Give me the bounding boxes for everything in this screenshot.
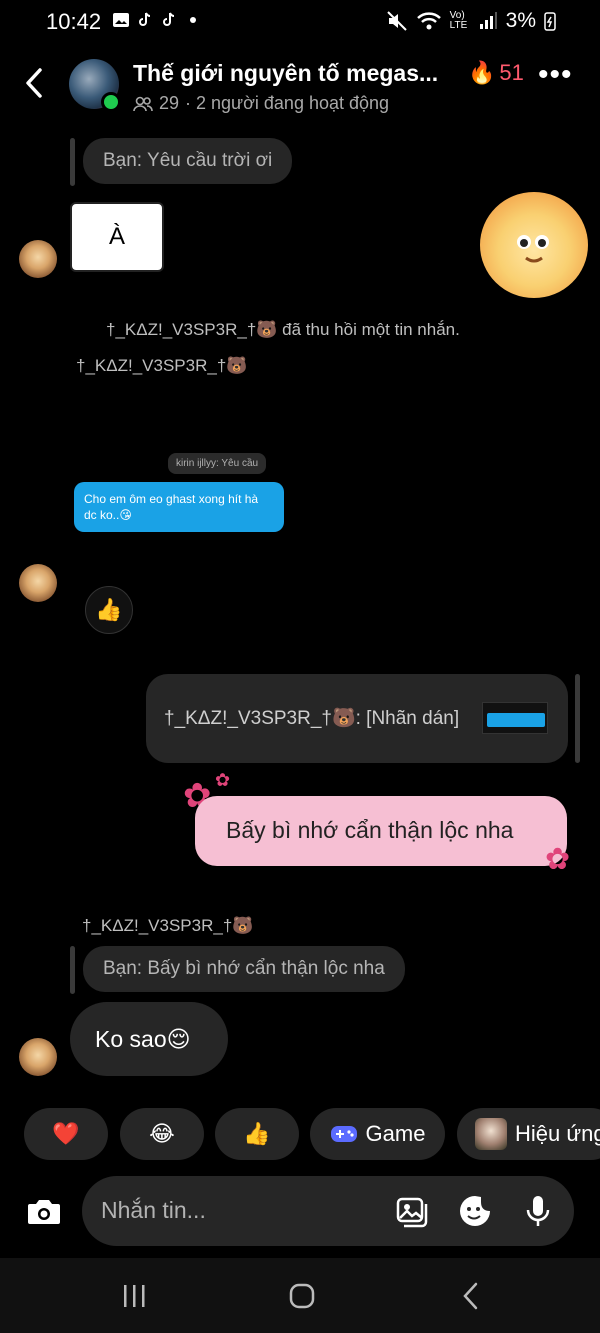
group-title[interactable]: Thế giới nguyên tố megas...: [133, 60, 438, 87]
mute-icon: [386, 11, 407, 31]
flower-icon: ✿: [545, 843, 571, 876]
status-right: Vo) LTE 3%: [386, 9, 556, 33]
tiktok-icon: [139, 12, 151, 26]
more-options-icon[interactable]: •••: [538, 60, 572, 94]
home-icon[interactable]: [286, 1280, 318, 1312]
members-icon: [133, 96, 153, 111]
game-icon: [330, 1126, 357, 1142]
streak-badge: 🔥 51: [468, 60, 524, 86]
chip-game-label: Game: [365, 1121, 426, 1146]
thumbs-up-reaction[interactable]: 👍: [85, 586, 133, 634]
notification-icons: [112, 11, 202, 29]
sticker-face-icon: [517, 235, 549, 263]
chip-heart[interactable]: ❤️: [24, 1108, 108, 1160]
member-count: 29: [159, 93, 180, 113]
group-subtitle: 29 · 2 người đang hoạt động: [133, 93, 389, 114]
reply-preview[interactable]: Bạn: Yêu cầu trời ơi: [83, 138, 293, 184]
heart-icon: ❤️: [52, 1121, 80, 1146]
reply-indicator: [575, 674, 580, 763]
fire-icon: 🔥: [468, 60, 496, 85]
chip-effects-label: Hiệu ứng: [515, 1121, 600, 1146]
gallery-icon: [113, 13, 129, 27]
message-composer: Nhắn tin...: [0, 1176, 600, 1248]
sender-name: †_KΔZ!_V3SP3R_†🐻: [82, 916, 254, 935]
sticker-message[interactable]: À: [70, 202, 164, 272]
chat-header: Thế giới nguyên tố megas... 🔥 51 ••• 29 …: [0, 50, 600, 124]
avatar[interactable]: [19, 564, 57, 602]
sender-name: †_KΔZ!_V3SP3R_†🐻: [76, 356, 248, 375]
streak-count: 51: [499, 60, 524, 85]
flower-icon: ✿: [215, 770, 231, 790]
camera-icon[interactable]: [22, 1190, 66, 1234]
avatar[interactable]: [19, 1038, 57, 1076]
reply-indicator: [70, 946, 75, 994]
chip-effects[interactable]: Hiệu ứng: [457, 1108, 600, 1160]
status-time: 10:42: [46, 9, 102, 34]
thumbs-up-icon: 👍: [243, 1121, 271, 1146]
recent-apps-icon[interactable]: [118, 1280, 150, 1312]
sticker-icon[interactable]: [456, 1192, 494, 1230]
chip-laugh[interactable]: 😂: [120, 1108, 204, 1160]
battery-percent: 3%: [505, 9, 536, 32]
online-indicator: [101, 92, 121, 112]
battery-icon: [544, 12, 556, 31]
back-icon[interactable]: [20, 66, 50, 100]
avatar[interactable]: [19, 240, 57, 278]
message-input[interactable]: Nhắn tin...: [82, 1176, 574, 1246]
lte-label: Vo) LTE: [449, 10, 468, 31]
recall-notice: †_KΔZ!_V3SP3R_†🐻 đã thu hồi một tin nhắn…: [106, 320, 460, 339]
quick-reactions: ❤️ 😂 👍 Game Hiệu ứng: [0, 1108, 600, 1160]
active-status: · 2 người đang hoạt động: [185, 93, 390, 113]
tiktok-icon: [163, 12, 175, 26]
sticker-text: À: [108, 223, 125, 250]
effect-icon: [475, 1118, 507, 1150]
quoted-message[interactable]: †_KΔZ!_V3SP3R_†🐻: [Nhãn dán]: [146, 674, 568, 763]
system-nav-bar: [0, 1258, 600, 1333]
reply-preview[interactable]: Bạn: Bấy bì nhớ cẩn thận lộc nha: [83, 946, 405, 992]
message-bubble[interactable]: Ko sao😌: [70, 1002, 228, 1076]
reply-indicator: [70, 138, 75, 186]
dot-icon: [190, 17, 196, 23]
message-placeholder: Nhắn tin...: [101, 1197, 206, 1223]
quote-thumbnail: [482, 702, 548, 734]
status-bar: 10:42 Vo) LTE 3%: [0, 0, 600, 44]
laugh-icon: 😂: [149, 1121, 175, 1146]
wifi-icon: [416, 12, 441, 30]
thumbs-up-icon: 👍: [95, 597, 123, 622]
back-nav-icon[interactable]: [456, 1280, 488, 1312]
chip-game[interactable]: Game: [310, 1108, 445, 1160]
screenshot-bubble: Cho em ôm eo ghast xong hít hà dc ko..😘: [74, 482, 284, 532]
microphone-icon[interactable]: [519, 1192, 557, 1230]
quote-text: †_KΔZ!_V3SP3R_†🐻: [Nhãn dán]: [164, 708, 460, 729]
popcorn-sticker[interactable]: [480, 192, 588, 298]
gallery-icon[interactable]: [394, 1192, 432, 1230]
signal-icon: [479, 12, 497, 29]
chip-thumbs-up[interactable]: 👍: [215, 1108, 299, 1160]
my-message-bubble[interactable]: Bấy bì nhớ cẩn thận lộc nha: [195, 796, 567, 866]
screenshot-reply: kirin ijllyy: Yêu cầu: [168, 453, 267, 474]
